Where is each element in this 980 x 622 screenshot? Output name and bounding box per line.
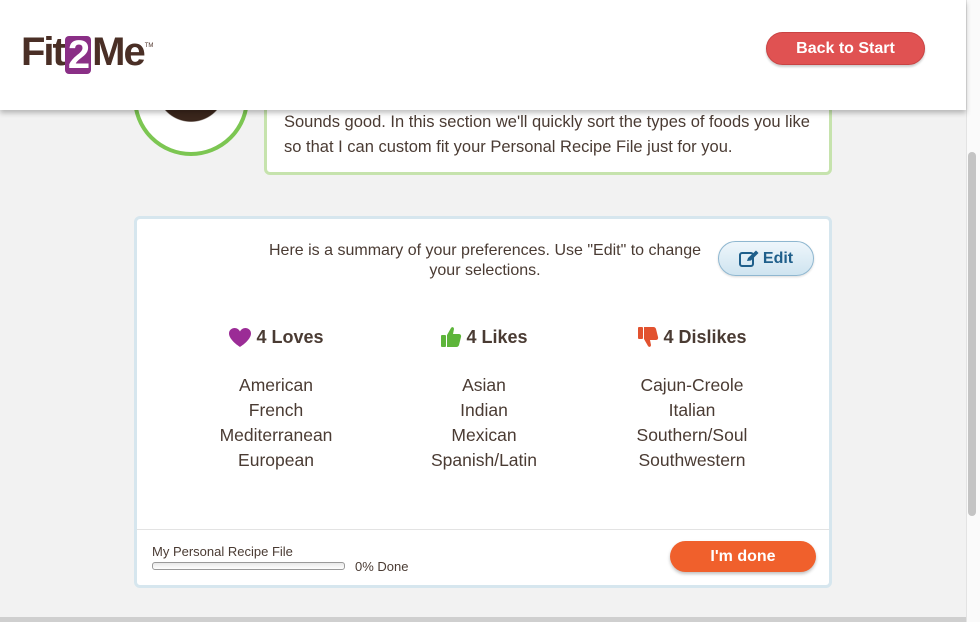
list-item: American	[239, 375, 313, 395]
card-divider	[137, 529, 829, 530]
progress-bar	[152, 562, 345, 570]
heart-icon	[229, 327, 252, 347]
thumbs-down-icon	[638, 327, 659, 347]
progress-label: My Personal Recipe File	[152, 544, 293, 559]
list-item: Mexican	[451, 425, 517, 445]
likes-list: Asian Indian Mexican Spanish/Latin	[384, 373, 584, 473]
logo-text-2: 2	[64, 35, 92, 75]
list-item: Southwestern	[638, 450, 746, 470]
list-item: Spanish/Latin	[430, 450, 538, 470]
list-item: French	[248, 400, 304, 420]
list-item: Mediterranean	[219, 425, 333, 445]
thumbs-up-icon	[441, 327, 462, 347]
im-done-button[interactable]: I'm done	[670, 541, 816, 572]
loves-column: 4 Loves American French Mediterranean Eu…	[176, 325, 376, 473]
list-item: Italian	[668, 400, 716, 420]
list-item: Southern/Soul	[636, 425, 748, 445]
list-item: Indian	[460, 400, 508, 420]
dislikes-title: 4 Dislikes	[663, 326, 747, 347]
fit2me-logo[interactable]: Fit 2 Me TM	[21, 24, 154, 75]
back-to-start-button[interactable]: Back to Start	[766, 32, 925, 65]
list-item: Asian	[462, 375, 506, 395]
list-item: Cajun-Creole	[640, 375, 744, 395]
logo-text-me: Me	[92, 30, 146, 74]
edit-button[interactable]: Edit	[718, 241, 814, 276]
dislikes-list: Cajun-Creole Italian Southern/Soul South…	[592, 373, 792, 473]
loves-title: 4 Loves	[256, 326, 324, 347]
loves-header: 4 Loves	[176, 325, 376, 349]
scrollbar-thumb[interactable]	[968, 152, 976, 516]
likes-column: 4 Likes Asian Indian Mexican Spanish/Lat…	[384, 325, 584, 473]
logo-text-fit: Fit	[21, 30, 66, 74]
page-bottom-divider	[0, 617, 966, 622]
preferences-summary-card: Here is a summary of your preferences. U…	[134, 216, 832, 588]
edit-label: Edit	[762, 249, 794, 267]
dislikes-header: 4 Dislikes	[592, 325, 792, 349]
summary-instructions: Here is a summary of your preferences. U…	[269, 242, 701, 279]
edit-icon	[738, 250, 759, 267]
logo-trademark: TM	[144, 43, 154, 49]
loves-list: American French Mediterranean European	[176, 373, 376, 473]
list-item: European	[238, 450, 314, 470]
likes-header: 4 Likes	[384, 325, 584, 349]
dislikes-column: 4 Dislikes Cajun-Creole Italian Southern…	[592, 325, 792, 473]
site-header: Fit 2 Me TM Back to Start	[0, 0, 966, 110]
likes-title: 4 Likes	[466, 326, 528, 347]
progress-percent: 0% Done	[355, 559, 409, 574]
coach-message: Sounds good. In this section we'll quick…	[284, 113, 810, 156]
